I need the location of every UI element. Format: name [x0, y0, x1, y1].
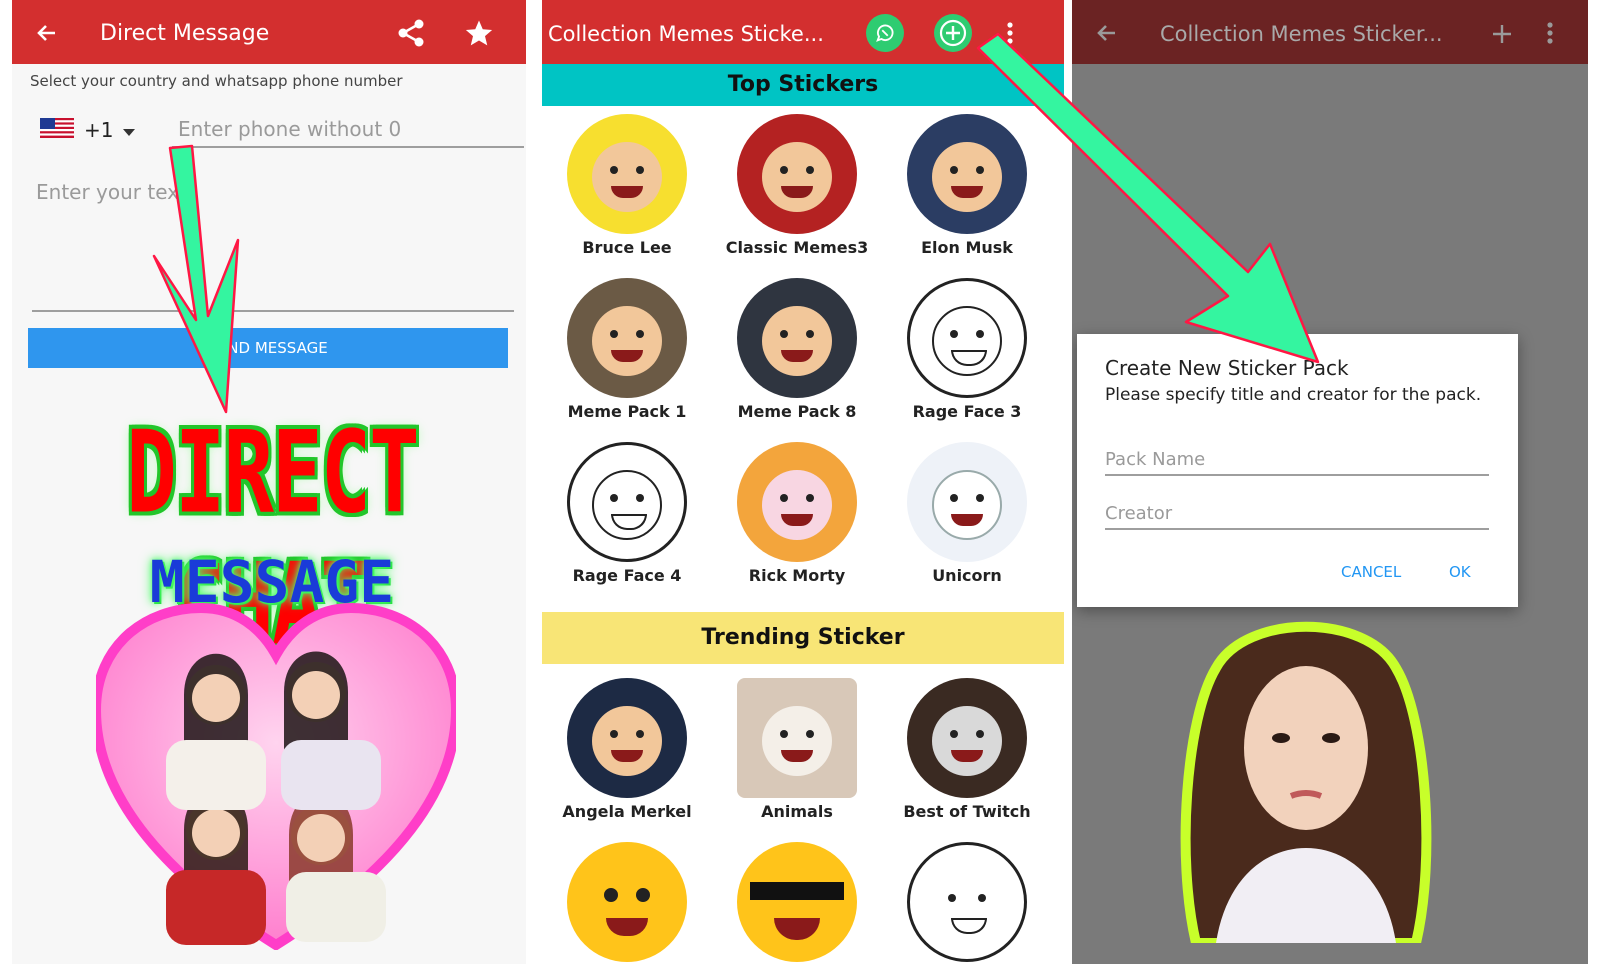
heart-group-photo	[96, 602, 456, 950]
sticker-pack-tile[interactable]: Elon Musk	[882, 108, 1052, 272]
sticker-pack-tile[interactable]	[712, 836, 882, 964]
sticker-pack-tile[interactable]: Animals	[712, 672, 882, 836]
country-code: +1	[84, 118, 114, 142]
sticker-pack-label: Rage Face 4	[572, 566, 682, 585]
sticker-pack-label: Angela Merkel	[562, 802, 692, 821]
caret-down-icon	[123, 118, 136, 142]
pack-name-input[interactable]	[1105, 444, 1489, 476]
sticker-pack-tile[interactable]: Bruce Lee	[542, 108, 712, 272]
sticker-pack-label: Elon Musk	[921, 238, 1013, 257]
message-text-input[interactable]	[32, 176, 514, 312]
sticker-pack-tile[interactable]	[882, 836, 1052, 964]
create-pack-screen: Collection Memes Sticker... Create New S…	[1072, 0, 1588, 964]
sticker-pack-label: Best of Twitch	[903, 802, 1031, 821]
appbar-title: Collection Memes Sticke...	[548, 22, 824, 46]
dialog-title: Create New Sticker Pack	[1105, 356, 1349, 380]
phone-input[interactable]	[172, 112, 524, 148]
sticker-pack-label: Classic Memes3	[725, 238, 869, 257]
sticker-pack-tile[interactable]: Angela Merkel	[542, 672, 712, 836]
top-stickers-grid: Bruce Lee Classic Memes3 Elon Musk Meme …	[542, 108, 1052, 600]
appbar-title: Direct Message	[100, 21, 270, 46]
plus-circle-icon[interactable]	[934, 14, 972, 52]
trending-sticker-header: Trending Sticker	[542, 612, 1064, 664]
sticker-pack-tile[interactable]: Unicorn	[882, 436, 1052, 600]
sticker-pack-label: Unicorn	[932, 566, 1002, 585]
sticker-collection-screen: Collection Memes Sticke... Top Stickers …	[542, 0, 1064, 964]
dialog-subtitle: Please specify title and creator for the…	[1105, 385, 1482, 405]
plus-icon[interactable]	[1488, 20, 1516, 48]
sticker-pack-tile[interactable]: Classic Memes3	[712, 108, 882, 272]
sticker-pack-tile[interactable]: Best of Twitch	[882, 672, 1052, 836]
sticker-pack-label: Meme Pack 8	[737, 402, 857, 421]
cancel-button[interactable]: CANCEL	[1335, 562, 1407, 582]
creator-input[interactable]	[1105, 498, 1489, 530]
more-vertical-icon[interactable]	[1540, 18, 1560, 48]
share-icon[interactable]	[394, 16, 428, 50]
sticker-pack-tile[interactable]: Rage Face 3	[882, 272, 1052, 436]
collection-appbar-dimmed: Collection Memes Sticker...	[1072, 0, 1588, 64]
send-message-button[interactable]: SEND MESSAGE	[28, 328, 508, 368]
sticker-pack-tile[interactable]: Rick Morty	[712, 436, 882, 600]
top-stickers-header: Top Stickers	[542, 64, 1064, 106]
girl-portrait-sticker	[1180, 621, 1432, 943]
sticker-pack-label: Rick Morty	[748, 566, 846, 585]
country-hint: Select your country and whatsapp phone n…	[30, 72, 403, 90]
star-icon[interactable]	[462, 16, 496, 50]
arrow-left-icon[interactable]	[34, 20, 60, 46]
collection-appbar: Collection Memes Sticke...	[542, 0, 1064, 64]
country-picker[interactable]: +1	[40, 112, 150, 148]
direct-message-screen: Direct Message Select your country and w…	[12, 0, 526, 964]
ok-button[interactable]: OK	[1443, 562, 1477, 582]
direct-message-appbar: Direct Message	[12, 0, 526, 64]
sticker-pack-tile[interactable]: Meme Pack 8	[712, 272, 882, 436]
arrow-left-icon[interactable]	[1094, 20, 1120, 46]
sticker-pack-label: Meme Pack 1	[567, 402, 687, 421]
sticker-pack-tile[interactable]: Rage Face 4	[542, 436, 712, 600]
us-flag-icon	[40, 117, 74, 143]
more-vertical-icon[interactable]	[1000, 18, 1020, 48]
sticker-pack-tile[interactable]: Meme Pack 1	[542, 272, 712, 436]
trending-stickers-grid: Angela Merkel Animals Best of Twitch	[542, 672, 1052, 964]
sticker-pack-label: Animals	[761, 802, 833, 821]
appbar-title: Collection Memes Sticker...	[1160, 22, 1443, 46]
sticker-pack-label: Rage Face 3	[912, 402, 1022, 421]
create-sticker-pack-dialog: Create New Sticker Pack Please specify t…	[1077, 334, 1518, 607]
whatsapp-icon[interactable]	[866, 14, 904, 52]
sticker-pack-tile[interactable]	[542, 836, 712, 964]
sticker-pack-label: Bruce Lee	[582, 238, 672, 257]
